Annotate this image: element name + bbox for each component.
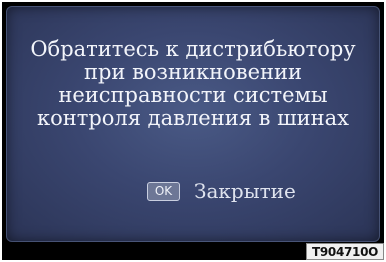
figure-code-badge: T904710O [306,243,384,260]
warning-dialog: Обратитесь к дистрибьютору при возникнов… [6,6,380,242]
message-line: при возникновении [83,60,303,84]
message-line: Обратитесь к дистрибьютору [30,37,356,61]
message-line: неисправности системы [58,83,328,107]
display-frame: Обратитесь к дистрибьютору при возникнов… [2,2,384,260]
warning-message: Обратитесь к дистрибьютору при возникнов… [16,38,370,130]
message-line: контроля давления в шинах [36,106,350,130]
close-label: Закрытие [194,179,296,203]
close-control[interactable]: OK Закрытие [147,178,296,204]
ok-button[interactable]: OK [147,181,180,201]
